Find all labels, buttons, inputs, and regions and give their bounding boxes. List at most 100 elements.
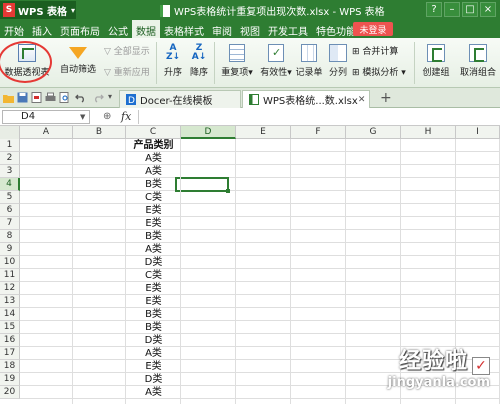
category-cell[interactable]: B类 [126,321,181,334]
column-header-e[interactable]: E [236,126,291,139]
record-form-button[interactable]: 记录单 [294,44,324,78]
menu-home[interactable]: 开始 [0,20,28,38]
category-cell[interactable]: B类 [126,178,181,191]
login-button[interactable]: 未登录 [353,22,393,36]
consolidate-icon: ⊞ [352,47,363,57]
category-cell[interactable]: E类 [126,360,181,373]
menu-page-layout[interactable]: 页面布局 [56,20,104,38]
row-header-9[interactable]: 9 [0,243,20,256]
row-header-14[interactable]: 14 [0,308,20,321]
export-pdf-icon[interactable] [31,92,42,103]
duplicates-button[interactable]: 重复项▾ [218,44,256,78]
quick-access-menu-icon[interactable]: ▾ [108,92,112,101]
menu-view[interactable]: 视图 [236,20,264,38]
save-icon[interactable] [17,92,28,103]
close-icon[interactable]: ✕ [358,95,366,105]
category-cell[interactable]: E类 [126,204,181,217]
tab-docer[interactable]: D Docer-在线模板 [119,90,241,108]
column-header-f[interactable]: F [291,126,346,139]
whatif-button[interactable]: ⊞ 模拟分析 ▾ [352,65,406,78]
chevron-down-icon: ▾ [398,68,406,78]
row-header-15[interactable]: 15 [0,321,20,334]
maximize-button[interactable]: □ [462,2,478,17]
row-header-7[interactable]: 7 [0,217,20,230]
open-folder-icon[interactable] [3,92,14,103]
category-cell[interactable]: B类 [126,230,181,243]
row-header-5[interactable]: 5 [0,191,20,204]
category-cell[interactable]: A类 [126,165,181,178]
close-button[interactable]: × [480,2,496,17]
minimize-button[interactable]: – [444,2,460,17]
column-header-row: ABCDEFGHI [0,126,500,139]
chevron-down-icon[interactable]: ▼ [80,113,85,121]
category-cell[interactable]: D类 [126,373,181,386]
sort-descending-button[interactable]: Z A↓ 降序 [186,44,212,79]
name-box[interactable]: D4 [2,110,90,124]
show-all-button[interactable]: ▽ 全部显示 [104,44,150,57]
column-header-g[interactable]: G [346,126,401,139]
menu-review[interactable]: 审阅 [208,20,236,38]
row-header-19[interactable]: 19 [0,373,20,386]
select-all-corner[interactable] [0,126,20,139]
active-cell-d4[interactable] [175,177,230,193]
column-c-header-cell[interactable]: 产品类别 [126,139,181,152]
category-cell[interactable]: B类 [126,308,181,321]
reapply-button[interactable]: ▽ 重新应用 [104,65,150,78]
column-header-i[interactable]: I [456,126,500,139]
menu-data[interactable]: 数据 [132,20,160,38]
row-header-18[interactable]: 18 [0,360,20,373]
consolidate-button[interactable]: ⊞ 合并计算 [352,44,398,57]
category-cell[interactable]: A类 [126,152,181,165]
row-header-20[interactable]: 20 [0,386,20,399]
print-preview-icon[interactable] [59,92,70,103]
column-header-c[interactable]: C [126,126,181,139]
column-header-h[interactable]: H [401,126,456,139]
category-cell[interactable]: A类 [126,243,181,256]
sort-ascending-button[interactable]: A Z↓ 升序 [160,44,186,79]
row-header-1[interactable]: 1 [0,139,20,152]
row-header-17[interactable]: 17 [0,347,20,360]
category-cell[interactable]: E类 [126,295,181,308]
undo-icon[interactable] [75,92,86,103]
column-header-b[interactable]: B [73,126,126,139]
help-button[interactable]: ? [426,2,442,17]
row-header-10[interactable]: 10 [0,256,20,269]
row-header-3[interactable]: 3 [0,165,20,178]
category-cell[interactable]: A类 [126,386,181,399]
zoom-formula-icon[interactable]: ⊕ [103,111,111,122]
column-header-d[interactable]: D [181,126,236,139]
insert-function-icon[interactable]: fx [121,110,131,123]
menu-insert[interactable]: 插入 [28,20,56,38]
category-cell[interactable]: A类 [126,347,181,360]
autofilter-button[interactable]: 自动筛选 [58,44,98,75]
row-header-12[interactable]: 12 [0,282,20,295]
app-menu-button[interactable]: S WPS 表格 ▾ [0,1,76,19]
tab-spreadsheet-file[interactable]: WPS表格统...数.xlsx ✕ [242,90,370,108]
category-cell[interactable]: C类 [126,269,181,282]
row-header-2[interactable]: 2 [0,152,20,165]
formula-input[interactable] [138,110,498,124]
row-header-11[interactable]: 11 [0,269,20,282]
row-header-4[interactable]: 4 [0,178,20,191]
row-header-6[interactable]: 6 [0,204,20,217]
category-cell[interactable]: D类 [126,256,181,269]
create-group-button[interactable]: 创建组 [418,44,454,78]
row-header-8[interactable]: 8 [0,230,20,243]
category-cell[interactable]: D类 [126,334,181,347]
column-header-a[interactable]: A [20,126,73,139]
menu-table-style[interactable]: 表格样式 [160,20,208,38]
row-header-16[interactable]: 16 [0,334,20,347]
category-cell[interactable]: E类 [126,217,181,230]
category-cell[interactable]: E类 [126,282,181,295]
row-header-13[interactable]: 13 [0,295,20,308]
watermark-text: 经验啦 [398,349,468,374]
add-tab-icon[interactable]: + [380,90,392,106]
split-columns-button[interactable]: 分列 [326,44,350,78]
print-icon[interactable] [45,92,56,103]
category-cell[interactable]: C类 [126,191,181,204]
menu-formulas[interactable]: 公式 [104,20,132,38]
menu-developer[interactable]: 开发工具 [264,20,312,38]
redo-icon[interactable] [93,92,104,103]
ungroup-button[interactable]: 取消组合 [456,44,500,78]
validation-button[interactable]: 有效性▾ [259,44,293,78]
